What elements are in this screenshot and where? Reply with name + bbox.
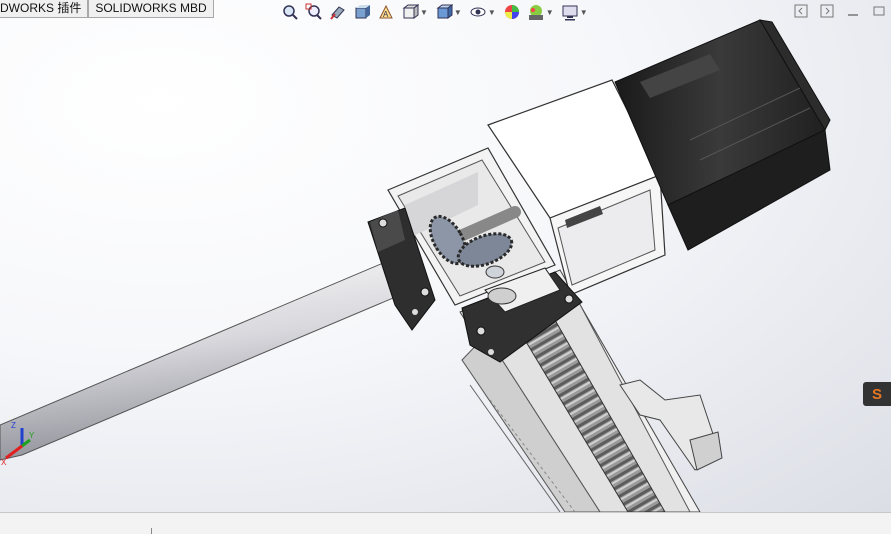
- gearbox-housing[interactable]: [387, 79, 666, 306]
- triad-z-label: Z: [11, 421, 16, 430]
- section-view-icon[interactable]: [353, 3, 371, 21]
- svg-text:A: A: [383, 10, 389, 19]
- guide-shaft[interactable]: [0, 254, 418, 461]
- status-bar-divider: [151, 528, 152, 534]
- task-pane-badge-label: S: [871, 385, 882, 403]
- minimize-icon[interactable]: [845, 3, 861, 19]
- coordinate-triad: Z Y X: [1, 421, 35, 467]
- dynamic-annotation-icon[interactable]: A: [377, 3, 395, 21]
- apply-scene-icon[interactable]: [527, 3, 545, 21]
- command-manager-tabs: DWORKS 插件 SOLIDWORKS MBD: [0, 0, 214, 19]
- triad-y-label: Y: [29, 431, 35, 440]
- graphics-viewport[interactable]: Z Y X S: [0, 0, 891, 512]
- triad-x-label: X: [1, 458, 7, 467]
- view-orientation-dropdown-icon[interactable]: ▼: [420, 8, 428, 17]
- view-settings-dropdown-icon[interactable]: ▼: [580, 8, 588, 17]
- 3d-model-view[interactable]: [0, 0, 891, 512]
- apply-scene-dropdown-icon[interactable]: ▼: [546, 8, 554, 17]
- display-style-dropdown-icon[interactable]: ▼: [454, 8, 462, 17]
- hide-show-dropdown-icon[interactable]: ▼: [488, 8, 496, 17]
- view-settings-icon[interactable]: [561, 3, 579, 21]
- view-orientation-icon[interactable]: [401, 3, 419, 21]
- hide-show-items-icon[interactable]: [469, 3, 487, 21]
- task-pane-badge[interactable]: S: [863, 382, 891, 406]
- heads-up-view-toolbar: A ▼ ▼ ▼ ▼ ▼: [278, 1, 592, 23]
- zoom-to-area-icon[interactable]: [305, 3, 323, 21]
- display-style-icon[interactable]: [435, 3, 453, 21]
- status-bar: [0, 512, 891, 534]
- zoom-to-fit-icon[interactable]: [281, 3, 299, 21]
- restore-right-icon[interactable]: [819, 3, 835, 19]
- tab-solidworks-mbd[interactable]: SOLIDWORKS MBD: [88, 0, 214, 18]
- window-controls: [793, 3, 887, 19]
- maximize-icon[interactable]: [871, 3, 887, 19]
- tab-solidworks-addins[interactable]: DWORKS 插件: [0, 0, 89, 18]
- edit-appearance-icon[interactable]: [503, 3, 521, 21]
- restore-left-icon[interactable]: [793, 3, 809, 19]
- previous-view-icon[interactable]: [329, 3, 347, 21]
